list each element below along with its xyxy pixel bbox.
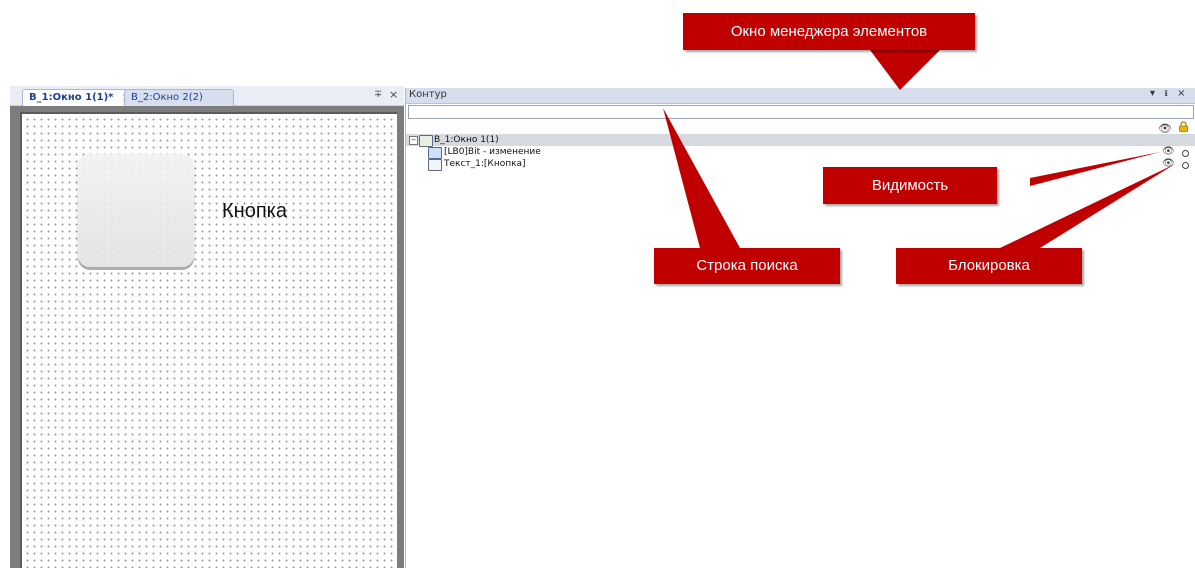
editor-panel: B_1:Окно 1(1)* × B_2:Окно 2(2) ∓ × Кнопк… <box>10 86 404 568</box>
button-widget[interactable] <box>78 154 194 267</box>
canvas-frame: Кнопка <box>10 106 404 568</box>
manager-arrow <box>870 50 940 90</box>
callout-search-bar: Строка поиска <box>654 248 840 284</box>
outline-header: Контур ▾ ᵻ × <box>406 88 1195 104</box>
lock-toggle-icon[interactable] <box>1182 162 1189 169</box>
tree-item-text-1[interactable]: Текст_1:[Кнопка] 👁 <box>406 158 1195 171</box>
tree-item-label: [LB0]Bit - изменение <box>444 147 541 157</box>
tree-item-label: B_1:Окно 1(1) <box>434 135 499 145</box>
outline-panel: Контур ▾ ᵻ × 👁 − B_1:Окно 1(1) [LB0]Bit … <box>405 88 1195 568</box>
editor-tab-bar: B_1:Окно 1(1)* × B_2:Окно 2(2) ∓ × <box>10 86 404 107</box>
tab-window-1-label: B_1:Окно 1(1)* <box>29 92 114 103</box>
tree-item-bit-change[interactable]: [LB0]Bit - изменение 👁 <box>406 146 1195 159</box>
text-element-icon <box>428 159 442 171</box>
design-canvas[interactable]: Кнопка <box>20 112 397 568</box>
callout-element-manager: Окно менеджера элементов <box>683 13 975 50</box>
tab-window-2-label: B_2:Окно 2(2) <box>131 92 203 103</box>
visibility-eye-icon[interactable]: 👁 <box>1162 146 1175 158</box>
visibility-eye-icon[interactable]: 👁 <box>1162 158 1175 170</box>
lock-icon[interactable] <box>1178 121 1189 132</box>
callout-lock: Блокировка <box>896 248 1082 284</box>
close-icon[interactable]: × <box>389 88 398 101</box>
tree-item-window-1[interactable]: − B_1:Окно 1(1) <box>406 134 1195 147</box>
button-text-label[interactable]: Кнопка <box>222 200 287 223</box>
collapse-icon[interactable]: − <box>409 136 418 145</box>
callout-visibility: Видимость <box>823 167 997 204</box>
search-input[interactable] <box>408 105 1194 119</box>
lock-toggle-icon[interactable] <box>1182 150 1189 157</box>
tab-window-2[interactable]: B_2:Окно 2(2) <box>124 89 234 107</box>
panel-controls-icon[interactable]: ▾ ᵻ × <box>1150 88 1188 99</box>
outline-title: Контур <box>409 89 447 100</box>
pin-icon[interactable]: ∓ <box>374 89 382 100</box>
tree-item-label: Текст_1:[Кнопка] <box>444 159 526 169</box>
tab-window-1[interactable]: B_1:Окно 1(1)* × <box>22 89 136 107</box>
